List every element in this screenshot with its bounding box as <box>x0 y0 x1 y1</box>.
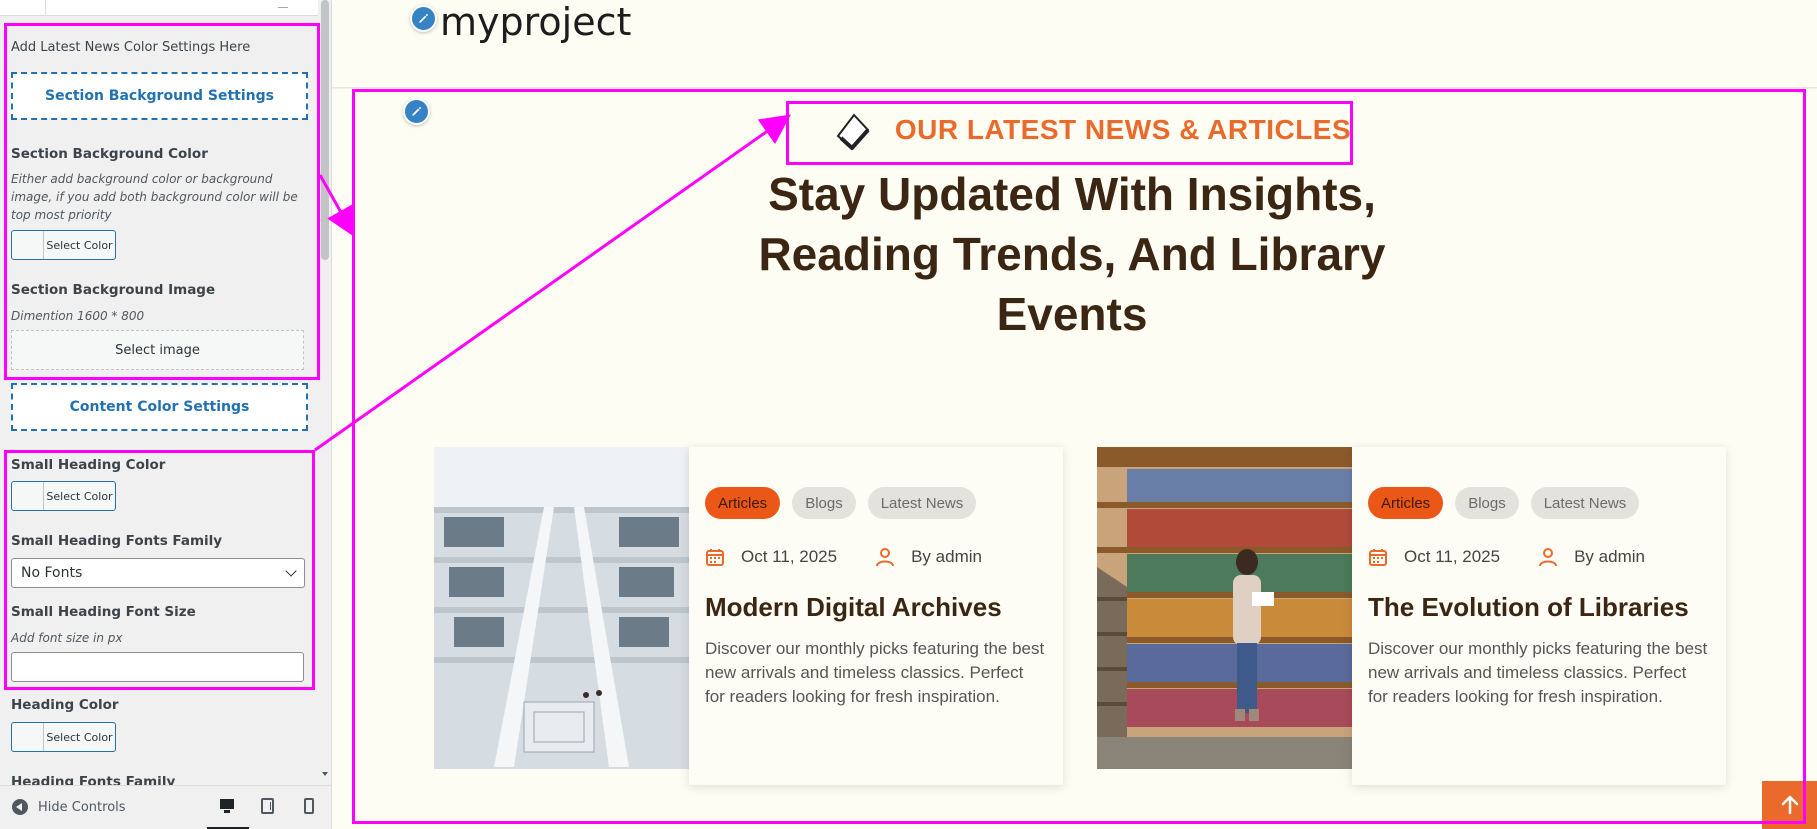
tag-blogs[interactable]: Blogs <box>792 487 856 519</box>
card-tags: Articles Blogs Latest News <box>1368 487 1640 519</box>
select-color-label: Select Color <box>46 238 113 252</box>
card-image-library-atrium[interactable] <box>434 447 689 769</box>
calendar-icon <box>706 549 724 566</box>
panel-top-mark <box>278 2 288 8</box>
panel-top-strip <box>0 0 318 16</box>
section-background-settings-button[interactable]: Section Background Settings <box>11 72 308 120</box>
small-heading-text: OUR LATEST NEWS & ARTICLES <box>894 114 1352 145</box>
content-color-settings-button[interactable]: Content Color Settings <box>11 383 308 431</box>
card-title[interactable]: Modern Digital Archives <box>705 592 1002 623</box>
tag-articles[interactable]: Articles <box>705 487 781 519</box>
card-description: Discover our monthly picks featuring the… <box>705 639 1045 706</box>
customizer-panel: Add Latest News Color Settings Here Sect… <box>0 0 332 829</box>
desktop-preview-icon[interactable] <box>219 798 235 814</box>
mobile-preview-icon[interactable] <box>301 798 317 814</box>
hide-controls-button[interactable]: Hide Controls <box>12 799 126 815</box>
small-heading-color-picker-button[interactable]: Select Color <box>11 481 116 511</box>
scrollbar-thumb[interactable] <box>321 0 329 260</box>
select-color-label: Select Color <box>46 730 113 744</box>
bg-color-description: Either add background color or backgroun… <box>11 172 298 222</box>
tablet-preview-icon[interactable] <box>260 798 276 814</box>
small-heading-font-size-label: Small Heading Font Size <box>11 604 196 620</box>
color-swatch <box>12 231 44 259</box>
small-heading-color-label: Small Heading Color <box>11 457 166 473</box>
card-description: Discover our monthly picks featuring the… <box>1368 639 1708 706</box>
tag-articles[interactable]: Articles <box>1368 487 1444 519</box>
heading-color-label: Heading Color <box>11 697 119 713</box>
user-icon <box>1539 548 1558 567</box>
card-date: Oct 11, 2025 <box>1404 547 1501 566</box>
color-swatch <box>12 723 44 751</box>
user-icon <box>876 548 895 567</box>
heading-color-picker-button[interactable]: Select Color <box>11 722 116 752</box>
edit-site-title-pencil-icon[interactable] <box>410 5 437 32</box>
card-body: Articles Blogs Latest News Oct 11, 2025 <box>1352 447 1726 785</box>
card-meta: Oct 11, 2025 By admin <box>705 547 982 567</box>
select-value: No Fonts <box>21 565 83 581</box>
edit-section-pencil-icon[interactable] <box>403 98 430 125</box>
bg-image-label: Section Background Image <box>11 282 216 298</box>
tag-latest-news[interactable]: Latest News <box>1530 487 1640 519</box>
bg-color-label: Section Background Color <box>11 146 208 162</box>
latest-news-section: OUR LATEST NEWS & ARTICLES Stay Updated … <box>332 89 1817 829</box>
card-meta: Oct 11, 2025 By admin <box>1368 547 1645 567</box>
panel-footer: Hide Controls <box>0 785 331 829</box>
collapse-arrow-icon <box>12 799 28 815</box>
select-image-button[interactable]: Select image <box>11 330 304 370</box>
heading-font-family-label: Heading Fonts Family <box>11 774 176 785</box>
panel-back-cell[interactable] <box>0 0 46 16</box>
book-icon <box>836 113 870 150</box>
scroll-to-top-button[interactable] <box>1762 781 1817 829</box>
card-tags: Articles Blogs Latest News <box>705 487 977 519</box>
small-heading: OUR LATEST NEWS & ARTICLES <box>827 110 1357 150</box>
chevron-down-icon <box>285 565 297 577</box>
site-title[interactable]: myproject <box>440 0 631 44</box>
scroll-down-arrow-icon[interactable] <box>322 772 328 776</box>
card-body: Articles Blogs Latest News Oct 11, 2025 <box>689 447 1063 785</box>
card-author[interactable]: By admin <box>1574 547 1645 567</box>
section-heading: Stay Updated With Insights, Reading Tren… <box>758 168 1386 340</box>
bg-image-description: Dimention 1600 * 800 <box>11 309 145 323</box>
small-heading-font-family-select[interactable]: No Fonts <box>11 558 305 588</box>
card-title[interactable]: The Evolution of Libraries <box>1368 592 1689 623</box>
card-author[interactable]: By admin <box>911 547 982 567</box>
intro-text: Add Latest News Color Settings Here <box>11 40 251 55</box>
site-header: myproject <box>332 0 1817 88</box>
calendar-icon <box>1369 549 1387 566</box>
small-heading-font-family-label: Small Heading Fonts Family <box>11 533 223 549</box>
tag-blogs[interactable]: Blogs <box>1455 487 1519 519</box>
site-preview: myproject OUR LATEST NEWS & ARTICLES Sta… <box>332 0 1817 829</box>
small-heading-font-size-description: Add font size in px <box>11 631 123 645</box>
tag-latest-news[interactable]: Latest News <box>867 487 977 519</box>
panel-scrollbar[interactable] <box>319 0 331 785</box>
arrow-up-icon <box>1781 795 1798 815</box>
select-color-label: Select Color <box>46 489 113 503</box>
card-date: Oct 11, 2025 <box>741 547 838 566</box>
card-image-woman-at-bookshelf[interactable] <box>1097 447 1352 769</box>
color-swatch <box>12 482 44 510</box>
small-heading-font-size-input[interactable] <box>11 652 304 682</box>
bg-color-picker-button[interactable]: Select Color <box>11 230 116 260</box>
hide-controls-label: Hide Controls <box>38 799 126 815</box>
